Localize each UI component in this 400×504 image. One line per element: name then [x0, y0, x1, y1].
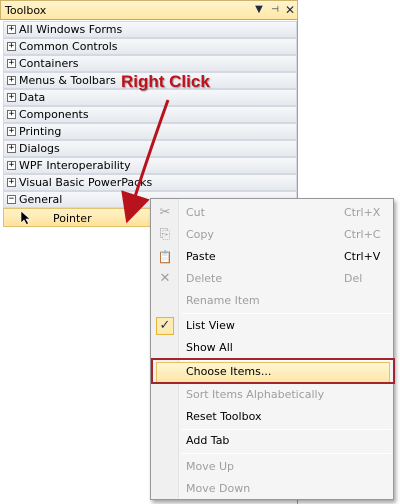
scissors-icon: ✂ [159, 205, 171, 220]
tab-visual-basic-powerpacks[interactable]: + Visual Basic PowerPacks [3, 174, 297, 191]
menu-item-rename-item[interactable]: Rename Item [153, 291, 391, 311]
tab-containers[interactable]: + Containers [3, 55, 297, 72]
menu-item-cut[interactable]: ✂ Cut Ctrl+X [153, 203, 391, 223]
tab-label: Data [19, 91, 46, 104]
menu-item-label: Paste [186, 250, 216, 263]
tab-printing[interactable]: + Printing [3, 123, 297, 140]
menu-item-label: Sort Items Alphabetically [186, 388, 325, 401]
tab-dialogs[interactable]: + Dialogs [3, 140, 297, 157]
pointer-item-label: Pointer [53, 212, 92, 225]
expand-icon[interactable]: + [7, 93, 16, 102]
tab-label: Menus & Toolbars [19, 74, 116, 87]
collapse-icon[interactable]: − [7, 195, 16, 204]
menu-item-delete[interactable]: ✕ Delete Del [153, 269, 391, 289]
menu-item-move-down[interactable]: Move Down [153, 479, 391, 499]
context-menu: ✂ Cut Ctrl+X ⎘ Copy Ctrl+C 📋 Paste Ctrl+… [150, 198, 394, 500]
toolbox-title: Toolbox [5, 4, 47, 17]
menu-item-label: Delete [186, 272, 223, 285]
menu-item-label: Rename Item [186, 294, 260, 307]
shortcut-label: Ctrl+V [344, 250, 381, 263]
menu-item-label: Choose Items... [186, 365, 272, 378]
tab-label: General [19, 193, 63, 206]
tab-label: Containers [19, 57, 79, 70]
expand-icon[interactable]: + [7, 76, 16, 85]
tab-label: WPF Interoperability [19, 159, 131, 172]
clipboard-paste-icon: 📋 [157, 250, 173, 264]
copy-icon: ⎘ [159, 227, 171, 242]
tab-label: Components [19, 108, 89, 121]
menu-item-sort-items-alphabetically[interactable]: Sort Items Alphabetically [153, 385, 391, 405]
tab-wpf-interoperability[interactable]: + WPF Interoperability [3, 157, 297, 174]
tab-label: Printing [19, 125, 62, 138]
tab-label: Dialogs [19, 142, 60, 155]
menu-item-choose-items[interactable]: Choose Items... [153, 362, 391, 383]
menu-item-label: List View [186, 319, 235, 332]
menu-item-label: Copy [186, 228, 214, 241]
auto-hide-pin-icon[interactable]: ⊣ [269, 3, 281, 17]
menu-separator [181, 429, 391, 430]
shortcut-label: Ctrl+C [344, 228, 381, 241]
menu-item-label: Cut [186, 206, 205, 219]
menu-item-label: Move Down [186, 482, 251, 495]
right-click-annotation: Right Click [121, 72, 210, 91]
toolbox-titlebar[interactable]: Toolbox ▼ ⊣ ✕ [0, 0, 298, 20]
checkmark-icon: ✓ [156, 317, 174, 335]
menu-item-show-all[interactable]: Show All [153, 338, 391, 358]
expand-icon[interactable]: + [7, 161, 16, 170]
tab-label: Common Controls [19, 40, 118, 53]
pointer-arrow-icon [20, 211, 31, 225]
expand-icon[interactable]: + [7, 59, 16, 68]
expand-icon[interactable]: + [7, 144, 16, 153]
delete-x-icon: ✕ [159, 271, 171, 286]
menu-separator [181, 313, 391, 314]
tab-label: Visual Basic PowerPacks [19, 176, 153, 189]
expand-icon[interactable]: + [7, 127, 16, 136]
tab-components[interactable]: + Components [3, 106, 297, 123]
menu-item-list-view[interactable]: ✓ List View [153, 316, 391, 336]
close-icon[interactable]: ✕ [284, 3, 296, 17]
menu-item-reset-toolbox[interactable]: Reset Toolbox [153, 407, 391, 427]
menu-item-paste[interactable]: 📋 Paste Ctrl+V [153, 247, 391, 267]
expand-icon[interactable]: + [7, 42, 16, 51]
menu-item-label: Reset Toolbox [186, 410, 262, 423]
expand-icon[interactable]: + [7, 110, 16, 119]
tab-all-windows-forms[interactable]: + All Windows Forms [3, 21, 297, 38]
tab-label: All Windows Forms [19, 23, 123, 36]
tab-common-controls[interactable]: + Common Controls [3, 38, 297, 55]
shortcut-label: Del [344, 272, 363, 285]
menu-item-add-tab[interactable]: Add Tab [153, 431, 391, 451]
menu-item-move-up[interactable]: Move Up [153, 457, 391, 477]
menu-separator [181, 360, 391, 361]
expand-icon[interactable]: + [7, 178, 16, 187]
menu-item-label: Add Tab [186, 434, 230, 447]
menu-separator [181, 453, 391, 454]
menu-item-label: Move Up [186, 460, 235, 473]
window-position-dropdown-icon[interactable]: ▼ [253, 3, 265, 17]
menu-item-label: Show All [186, 341, 233, 354]
toolbox-tab-list: + All Windows Forms + Common Controls + … [3, 21, 297, 208]
shortcut-label: Ctrl+X [344, 206, 381, 219]
menu-item-copy[interactable]: ⎘ Copy Ctrl+C [153, 225, 391, 245]
expand-icon[interactable]: + [7, 25, 16, 34]
